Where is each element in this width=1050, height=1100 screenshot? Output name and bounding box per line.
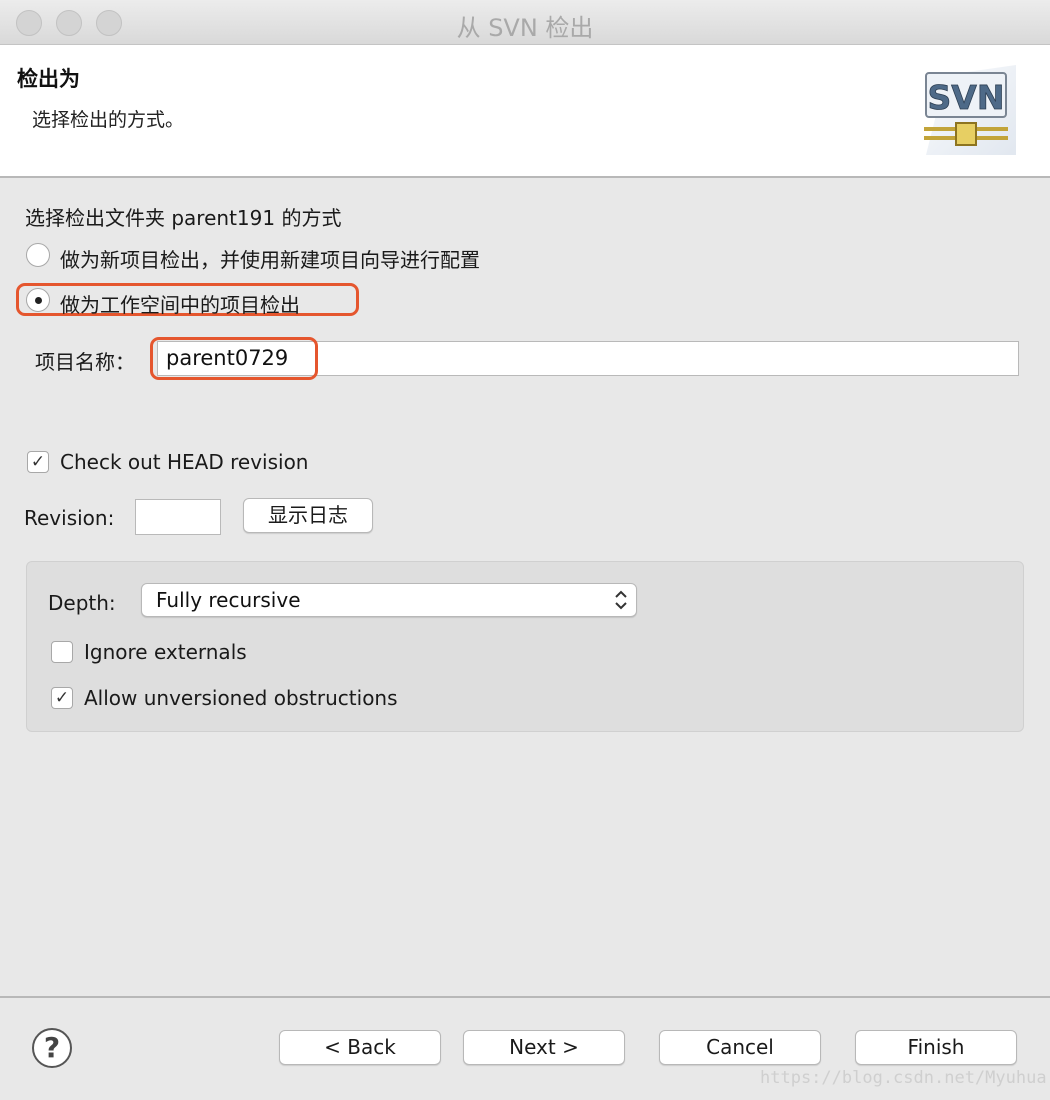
- head-revision-checkbox[interactable]: ✓: [27, 451, 49, 473]
- back-button[interactable]: < Back: [279, 1030, 441, 1065]
- highlight-project-name: [150, 337, 318, 380]
- allow-unversioned-label[interactable]: Allow unversioned obstructions: [84, 686, 398, 710]
- show-log-button[interactable]: 显示日志: [243, 498, 373, 533]
- project-name-label: 项目名称：: [35, 350, 135, 374]
- footer-divider: [0, 996, 1050, 998]
- window-title: 从 SVN 检出: [456, 14, 594, 42]
- checkout-prompt: 选择检出文件夹 parent191 的方式: [25, 206, 342, 230]
- up-down-chevron-icon: [615, 590, 627, 610]
- help-icon[interactable]: ?: [32, 1028, 72, 1068]
- radio-workspace-project-label[interactable]: 做为工作空间中的项目检出: [60, 289, 300, 318]
- wizard-header: 检出为 选择检出的方式。 SVN: [0, 45, 1050, 178]
- head-revision-label[interactable]: Check out HEAD revision: [60, 450, 308, 474]
- radio-new-project[interactable]: [26, 243, 50, 267]
- page-description: 选择检出的方式。: [32, 109, 185, 131]
- cancel-button[interactable]: Cancel: [659, 1030, 821, 1065]
- next-button[interactable]: Next >: [463, 1030, 625, 1065]
- revision-input[interactable]: [135, 499, 221, 535]
- depth-select-value: Fully recursive: [156, 588, 301, 612]
- finish-button[interactable]: Finish: [855, 1030, 1017, 1065]
- revision-label: Revision:: [24, 506, 115, 530]
- depth-label: Depth:: [48, 591, 116, 615]
- ignore-externals-label[interactable]: Ignore externals: [84, 640, 247, 664]
- watermark: https://blog.csdn.net/Myuhua: [760, 1068, 1047, 1088]
- svn-logo-icon: SVN: [924, 65, 1016, 155]
- radio-new-project-label[interactable]: 做为新项目检出，并使用新建项目向导进行配置: [60, 244, 480, 273]
- ignore-externals-checkbox[interactable]: [51, 641, 73, 663]
- depth-select[interactable]: Fully recursive: [141, 583, 637, 617]
- svn-logo-text: SVN: [928, 78, 1005, 117]
- page-title: 检出为: [17, 67, 80, 91]
- radio-workspace-project[interactable]: [26, 288, 50, 312]
- allow-unversioned-checkbox[interactable]: ✓: [51, 687, 73, 709]
- title-bar: 从 SVN 检出: [0, 0, 1050, 45]
